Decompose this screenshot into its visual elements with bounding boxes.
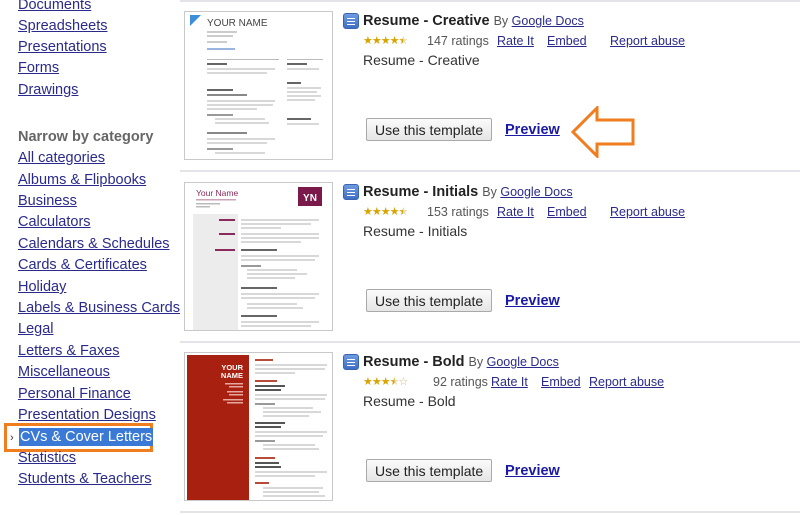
star-icon: ★ (380, 35, 391, 47)
template-item: YOUR NAME (180, 341, 800, 511)
selected-marker-icon: › (10, 432, 14, 444)
template-list: YOUR NAME Resume - Creative By Google Do… (180, 0, 800, 515)
ratings-count: 147 ratings (427, 34, 489, 48)
star-rating: ★★★★★ (363, 33, 409, 49)
sidebar-link-presentations[interactable]: Presentations (18, 38, 107, 56)
star-icon: ★ (363, 206, 373, 218)
embed-link[interactable]: Embed (547, 204, 587, 220)
use-this-template-button[interactable]: Use this template (366, 459, 493, 482)
category-statistics[interactable]: Statistics (18, 449, 76, 467)
preview-link[interactable]: Preview (505, 292, 560, 310)
template-title[interactable]: Resume - Creative By Google Docs (363, 12, 584, 30)
embed-link[interactable]: Embed (547, 33, 587, 49)
by-label: By (493, 14, 509, 28)
thumb-heading: Your Name (196, 188, 238, 198)
category-personal-finance[interactable]: Personal Finance (18, 385, 131, 403)
star-icon: ☆ (398, 376, 409, 388)
star-icon: ★ (398, 35, 409, 47)
star-icon: ★ (389, 35, 400, 47)
document-icon (343, 354, 359, 370)
category-business[interactable]: Business (18, 192, 77, 210)
sidebar-link-documents[interactable]: Documents (18, 0, 91, 14)
report-abuse-link[interactable]: Report abuse (610, 33, 685, 49)
star-icon: ★ (363, 35, 373, 47)
resume-creative-preview-image: YOUR NAME (190, 15, 323, 154)
by-label: By (468, 355, 484, 369)
callout-arrow-icon (571, 106, 635, 158)
resume-initials-preview-image: Your Name YN (193, 187, 322, 330)
separator (180, 511, 800, 513)
star-icon: ★ (398, 206, 409, 218)
author-link[interactable]: Google Docs (500, 185, 572, 199)
template-title-text[interactable]: Resume - Bold (363, 354, 465, 370)
category-calculators[interactable]: Calculators (18, 213, 91, 231)
ratings-count: 92 ratings (433, 375, 488, 389)
star-icon: ★ (389, 376, 400, 388)
template-description: Resume - Bold (363, 393, 456, 409)
template-title-text[interactable]: Resume - Creative (363, 13, 490, 29)
rate-it-link[interactable]: Rate It (497, 204, 534, 220)
star-icon: ★ (371, 376, 382, 388)
template-thumbnail[interactable]: YOUR NAME (184, 352, 333, 501)
sidebar-link-forms[interactable]: Forms (18, 59, 59, 77)
category-miscellaneous[interactable]: Miscellaneous (18, 363, 110, 381)
report-abuse-link[interactable]: Report abuse (610, 204, 685, 220)
category-legal[interactable]: Legal (18, 320, 53, 338)
category-labels-business-cards[interactable]: Labels & Business Cards (18, 299, 180, 317)
author-link[interactable]: Google Docs (487, 355, 559, 369)
byline: By Google Docs (494, 14, 584, 28)
template-item: YOUR NAME (180, 0, 800, 170)
star-rating: ★★★★☆ (363, 374, 409, 390)
thumb-initials: YN (303, 193, 317, 204)
sidebar: Documents Spreadsheets Presentations For… (0, 0, 180, 515)
use-this-template-button[interactable]: Use this template (366, 289, 493, 312)
use-this-template-button[interactable]: Use this template (366, 118, 493, 141)
embed-link[interactable]: Embed (541, 374, 581, 390)
rate-it-link[interactable]: Rate It (497, 33, 534, 49)
by-label: By (482, 185, 497, 199)
category-letters-faxes[interactable]: Letters & Faxes (18, 342, 120, 360)
document-icon (343, 13, 359, 29)
star-icon: ★ (380, 206, 391, 218)
selected-category-highlight: › CVs & Cover Letters (4, 423, 154, 452)
star-icon: ★ (371, 206, 382, 218)
resume-bold-preview-image: YOUR NAME (187, 355, 327, 500)
rate-it-link[interactable]: Rate It (491, 374, 528, 390)
category-calendars-schedules[interactable]: Calendars & Schedules (18, 235, 170, 253)
category-cvs-cover-letters[interactable]: CVs & Cover Letters (19, 428, 154, 446)
author-link[interactable]: Google Docs (512, 14, 584, 28)
category-cards-certificates[interactable]: Cards & Certificates (18, 256, 147, 274)
star-icon: ★ (363, 376, 373, 388)
template-thumbnail[interactable]: Your Name YN (184, 182, 333, 331)
template-title[interactable]: Resume - Bold By Google Docs (363, 353, 559, 371)
category-heading: Narrow by category (18, 129, 154, 145)
template-thumbnail[interactable]: YOUR NAME (184, 11, 333, 160)
thumb-heading-line2: NAME (221, 371, 243, 380)
star-icon: ★ (389, 206, 400, 218)
category-holiday[interactable]: Holiday (18, 278, 66, 296)
category-all[interactable]: All categories (18, 149, 105, 167)
template-description: Resume - Creative (363, 52, 480, 68)
sidebar-link-drawings[interactable]: Drawings (18, 81, 78, 99)
byline: By Google Docs (482, 185, 572, 199)
category-students-teachers[interactable]: Students & Teachers (18, 470, 152, 488)
preview-link[interactable]: Preview (505, 121, 560, 139)
category-albums-flipbooks[interactable]: Albums & Flipbooks (18, 171, 146, 189)
template-title-text[interactable]: Resume - Initials (363, 184, 478, 200)
ratings-count: 153 ratings (427, 205, 489, 219)
template-title[interactable]: Resume - Initials By Google Docs (363, 183, 573, 201)
byline: By Google Docs (469, 355, 559, 369)
thumb-heading: YOUR NAME (207, 18, 268, 29)
preview-link[interactable]: Preview (505, 462, 560, 480)
star-icon: ★ (371, 35, 382, 47)
star-rating: ★★★★★ (363, 204, 409, 220)
report-abuse-link[interactable]: Report abuse (589, 374, 664, 390)
star-icon: ★ (380, 376, 391, 388)
sidebar-link-spreadsheets[interactable]: Spreadsheets (18, 17, 107, 35)
category-presentation-designs[interactable]: Presentation Designs (18, 406, 156, 424)
template-description: Resume - Initials (363, 223, 468, 239)
template-item: Your Name YN Resume - Initials By Google… (180, 171, 800, 341)
document-icon (343, 184, 359, 200)
